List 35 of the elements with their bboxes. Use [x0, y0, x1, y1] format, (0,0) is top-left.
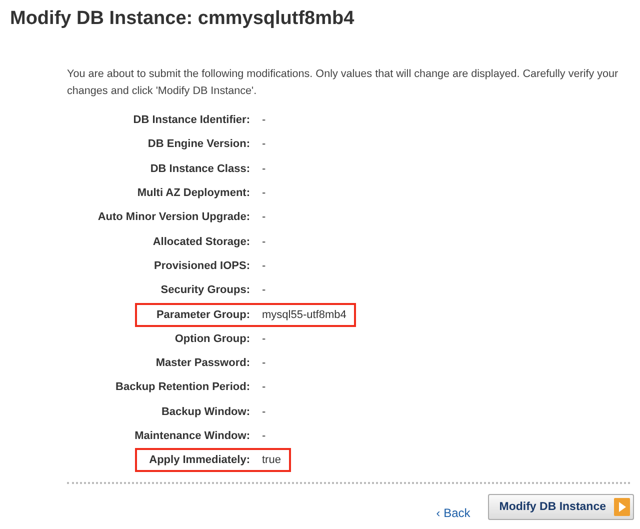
field-label: DB Engine Version:	[148, 138, 250, 150]
field-label: Maintenance Window:	[134, 430, 250, 442]
field-label: Provisioned IOPS:	[154, 260, 250, 272]
field-value: -	[262, 236, 266, 248]
field-label: Allocated Storage:	[152, 236, 250, 248]
field-label: Parameter Group:	[156, 308, 250, 321]
field-label: Auto Minor Version Upgrade:	[98, 211, 250, 224]
field-label: Backup Retention Period:	[116, 381, 250, 394]
field-value: mysql55-utf8mb4	[262, 308, 346, 321]
field-label: Apply Immediately:	[149, 454, 250, 466]
field-label: Option Group:	[174, 332, 250, 345]
intro-text: You are about to submit the following modifications. Only values that will change are displayed. Carefully verify your changes and click 'Modify DB Instance'.	[67, 67, 620, 99]
field-value: -	[262, 162, 266, 175]
field-value: -	[262, 381, 266, 394]
field-value: -	[262, 114, 266, 126]
field-label: Multi AZ Deployment:	[137, 187, 250, 200]
field-value: -	[262, 332, 266, 345]
field-label: Security Groups:	[160, 284, 250, 296]
play-icon	[614, 498, 630, 516]
field-label: Backup Window:	[161, 406, 250, 418]
field-value: -	[262, 357, 266, 370]
page-title: Modify DB Instance: cmmysqlutf8mb4	[10, 7, 356, 31]
field-value: -	[262, 138, 266, 150]
field-label: DB Instance Class:	[150, 162, 250, 175]
field-value: -	[262, 284, 266, 296]
field-value: -	[262, 211, 266, 224]
field-label: Master Password:	[156, 357, 250, 370]
field-value: -	[262, 187, 266, 200]
field-label: DB Instance Identifier:	[133, 114, 250, 126]
field-value: true	[262, 454, 281, 466]
modify-button[interactable]: Modify DB Instance	[488, 494, 634, 520]
field-value: -	[262, 430, 266, 442]
field-value: -	[262, 406, 266, 418]
field-value: -	[262, 260, 266, 272]
back-link[interactable]: ‹ Back	[436, 506, 470, 520]
